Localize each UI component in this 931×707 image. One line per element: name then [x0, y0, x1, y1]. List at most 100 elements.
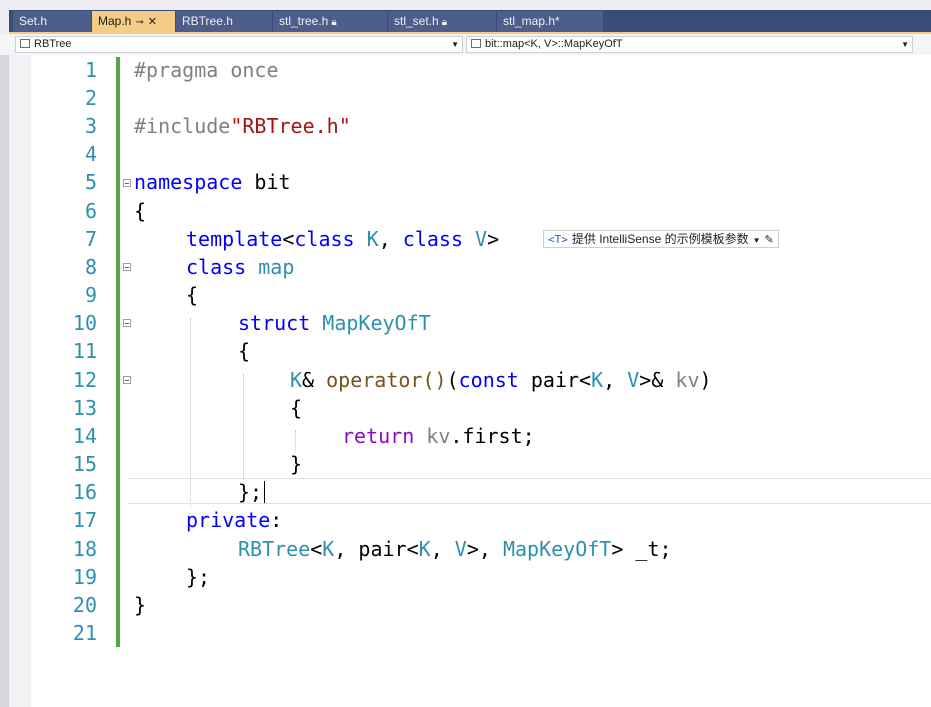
line-number: 9: [84, 283, 97, 307]
fold-toggle[interactable]: [123, 179, 131, 187]
code-line-3: #include"RBTree.h": [134, 112, 351, 140]
brace: {: [186, 283, 199, 307]
lock-icon: 🔒︎: [441, 17, 448, 28]
class-name: map: [246, 255, 295, 279]
keyword: struct: [238, 311, 311, 335]
line-number: 2: [84, 86, 97, 110]
line-number: 4: [84, 142, 97, 166]
lock-icon: 🔒︎: [331, 17, 337, 28]
code-line-1: #pragma once: [134, 56, 279, 84]
punct: &: [302, 368, 327, 392]
keyword: const: [458, 368, 519, 392]
punct: (: [446, 368, 459, 392]
tab-label: Map.h: [98, 14, 132, 28]
template-param: K: [591, 368, 604, 392]
line-number: 17: [72, 508, 97, 532]
tab-stl-tree-h[interactable]: stl_tree.h 🔒︎: [273, 11, 388, 32]
punct: >: [487, 227, 500, 251]
code-line-8: class map: [186, 253, 294, 281]
tab-label: Set.h: [19, 14, 48, 28]
line-number: 18: [72, 537, 97, 561]
fold-toggle[interactable]: [123, 319, 131, 327]
line-number: 20: [72, 593, 97, 617]
line-number: 15: [72, 452, 97, 476]
brace: }: [290, 452, 303, 476]
template-param: K: [354, 227, 379, 251]
keyword: return: [342, 424, 415, 448]
class-icon: [20, 39, 30, 48]
include-path: "RBTree.h": [230, 114, 351, 138]
parameter-name: kv: [414, 424, 451, 448]
punct: > _t;: [611, 537, 672, 561]
fold-toggle[interactable]: [123, 263, 131, 271]
tab-map-h[interactable]: Map.h ⊸ ✕: [92, 11, 176, 32]
code-line-12: K& operator()(const pair<K, V>& kv): [290, 366, 712, 394]
template-param: K: [322, 537, 335, 561]
document-tab-strip: Set.h Map.h ⊸ ✕ RBTree.h stl_tree.h 🔒︎ stl_…: [0, 0, 931, 34]
line-number: 19: [72, 565, 97, 589]
chevron-down-icon[interactable]: ▼: [753, 236, 761, 245]
line-number: 1: [84, 58, 97, 82]
scope-dropdown[interactable]: RBTree ▼: [15, 36, 463, 53]
indent-guide: [295, 430, 296, 452]
brace: };: [238, 480, 263, 504]
code-line-19: };: [186, 563, 210, 591]
punct: , pair<: [334, 537, 419, 561]
keyword: namespace: [134, 170, 243, 194]
brace: }: [134, 593, 147, 617]
code-line-11: {: [238, 337, 250, 365]
template-param: V: [627, 368, 640, 392]
line-number: 3: [84, 114, 97, 138]
line-number: 16: [72, 480, 97, 504]
pin-icon[interactable]: ⊸: [135, 17, 143, 28]
indent-guide: [243, 374, 244, 480]
scope-dropdown-value: RBTree: [34, 38, 72, 50]
struct-name: MapKeyOfT: [310, 311, 431, 335]
hint-text: 提供 IntelliSense 的示例模板参数: [571, 232, 749, 246]
fold-toggle[interactable]: [123, 376, 131, 384]
tab-label: RBTree.h: [182, 14, 233, 28]
code-line-16: };: [238, 478, 262, 506]
keyword: template: [186, 227, 283, 251]
code-line-10: struct MapKeyOfT: [238, 309, 431, 337]
intellisense-template-hint[interactable]: <T> 提供 IntelliSense 的示例模板参数 ▼ ✎: [543, 230, 779, 248]
struct-icon: [471, 39, 481, 48]
line-number: 21: [72, 621, 97, 645]
template-tag: <T>: [548, 233, 568, 246]
tab-rbtree-h[interactable]: RBTree.h: [176, 11, 273, 32]
code-line-15: }: [290, 450, 302, 478]
tab-stl-map-h[interactable]: stl_map.h*: [497, 11, 604, 32]
chevron-down-icon: ▼: [451, 40, 459, 49]
punct: :: [270, 508, 283, 532]
tab-set-h[interactable]: Set.h: [13, 11, 92, 32]
keyword: class: [294, 227, 355, 251]
line-number: 14: [72, 424, 97, 448]
line-number: 5: [84, 170, 97, 194]
template-param: V: [463, 227, 488, 251]
pencil-icon[interactable]: ✎: [765, 234, 774, 246]
punct: <: [310, 537, 323, 561]
member-access: .first;: [450, 424, 535, 448]
tab-stl-set-h[interactable]: stl_set.h 🔒︎: [388, 11, 497, 32]
editor-margin: [9, 55, 31, 707]
tool-window-edge: [0, 55, 9, 707]
tab-label: stl_map.h*: [503, 14, 560, 28]
pragma-directive: #pragma once: [134, 58, 279, 82]
punct: ,: [378, 227, 403, 251]
code-line-18: RBTree<K, pair<K, V>, MapKeyOfT> _t;: [238, 535, 672, 563]
brace: {: [290, 396, 303, 420]
include-directive: #include: [134, 114, 231, 138]
keyword: private: [186, 508, 271, 532]
brace: };: [186, 565, 211, 589]
code-line-7: template<class K, class V>: [186, 225, 499, 253]
text-caret: [264, 481, 265, 503]
code-line-13: {: [290, 394, 302, 422]
punct: <: [579, 368, 592, 392]
close-icon[interactable]: ✕: [148, 16, 157, 28]
member-dropdown-value: bit::map<K, V>::MapKeyOfT: [485, 38, 623, 50]
line-number: 13: [72, 396, 97, 420]
punct: ,: [603, 368, 628, 392]
member-dropdown[interactable]: bit::map<K, V>::MapKeyOfT ▼: [466, 36, 913, 53]
chevron-down-icon: ▼: [901, 40, 909, 49]
navigation-bar: RBTree ▼ bit::map<K, V>::MapKeyOfT ▼: [0, 34, 931, 56]
